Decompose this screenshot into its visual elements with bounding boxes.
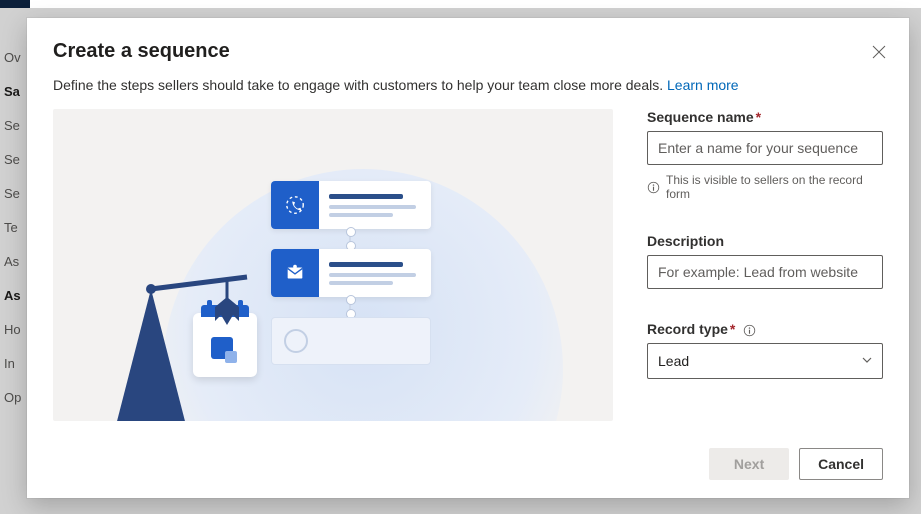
description-input[interactable] xyxy=(647,255,883,289)
sequence-name-helper: This is visible to sellers on the record… xyxy=(666,173,883,201)
illustration-panel xyxy=(53,109,613,421)
info-icon xyxy=(647,181,660,194)
close-button[interactable] xyxy=(867,40,891,64)
dialog-subtitle: Define the steps sellers should take to … xyxy=(53,77,883,93)
record-type-select[interactable]: Lead xyxy=(647,343,883,379)
close-icon xyxy=(872,45,886,59)
learn-more-link[interactable]: Learn more xyxy=(667,77,739,93)
subtitle-text: Define the steps sellers should take to … xyxy=(53,77,667,93)
create-sequence-dialog: Create a sequence Define the steps selle… xyxy=(27,18,909,498)
dialog-footer: Next Cancel xyxy=(53,448,883,480)
next-button[interactable]: Next xyxy=(709,448,789,480)
record-type-label: Record type* xyxy=(647,321,883,337)
cancel-button[interactable]: Cancel xyxy=(799,448,883,480)
sequence-name-input[interactable] xyxy=(647,131,883,165)
form-panel: Sequence name* This is visible to seller… xyxy=(647,109,883,440)
description-label: Description xyxy=(647,233,883,249)
dialog-title: Create a sequence xyxy=(53,40,883,63)
info-icon[interactable] xyxy=(743,324,756,337)
sequence-name-label: Sequence name* xyxy=(647,109,883,125)
